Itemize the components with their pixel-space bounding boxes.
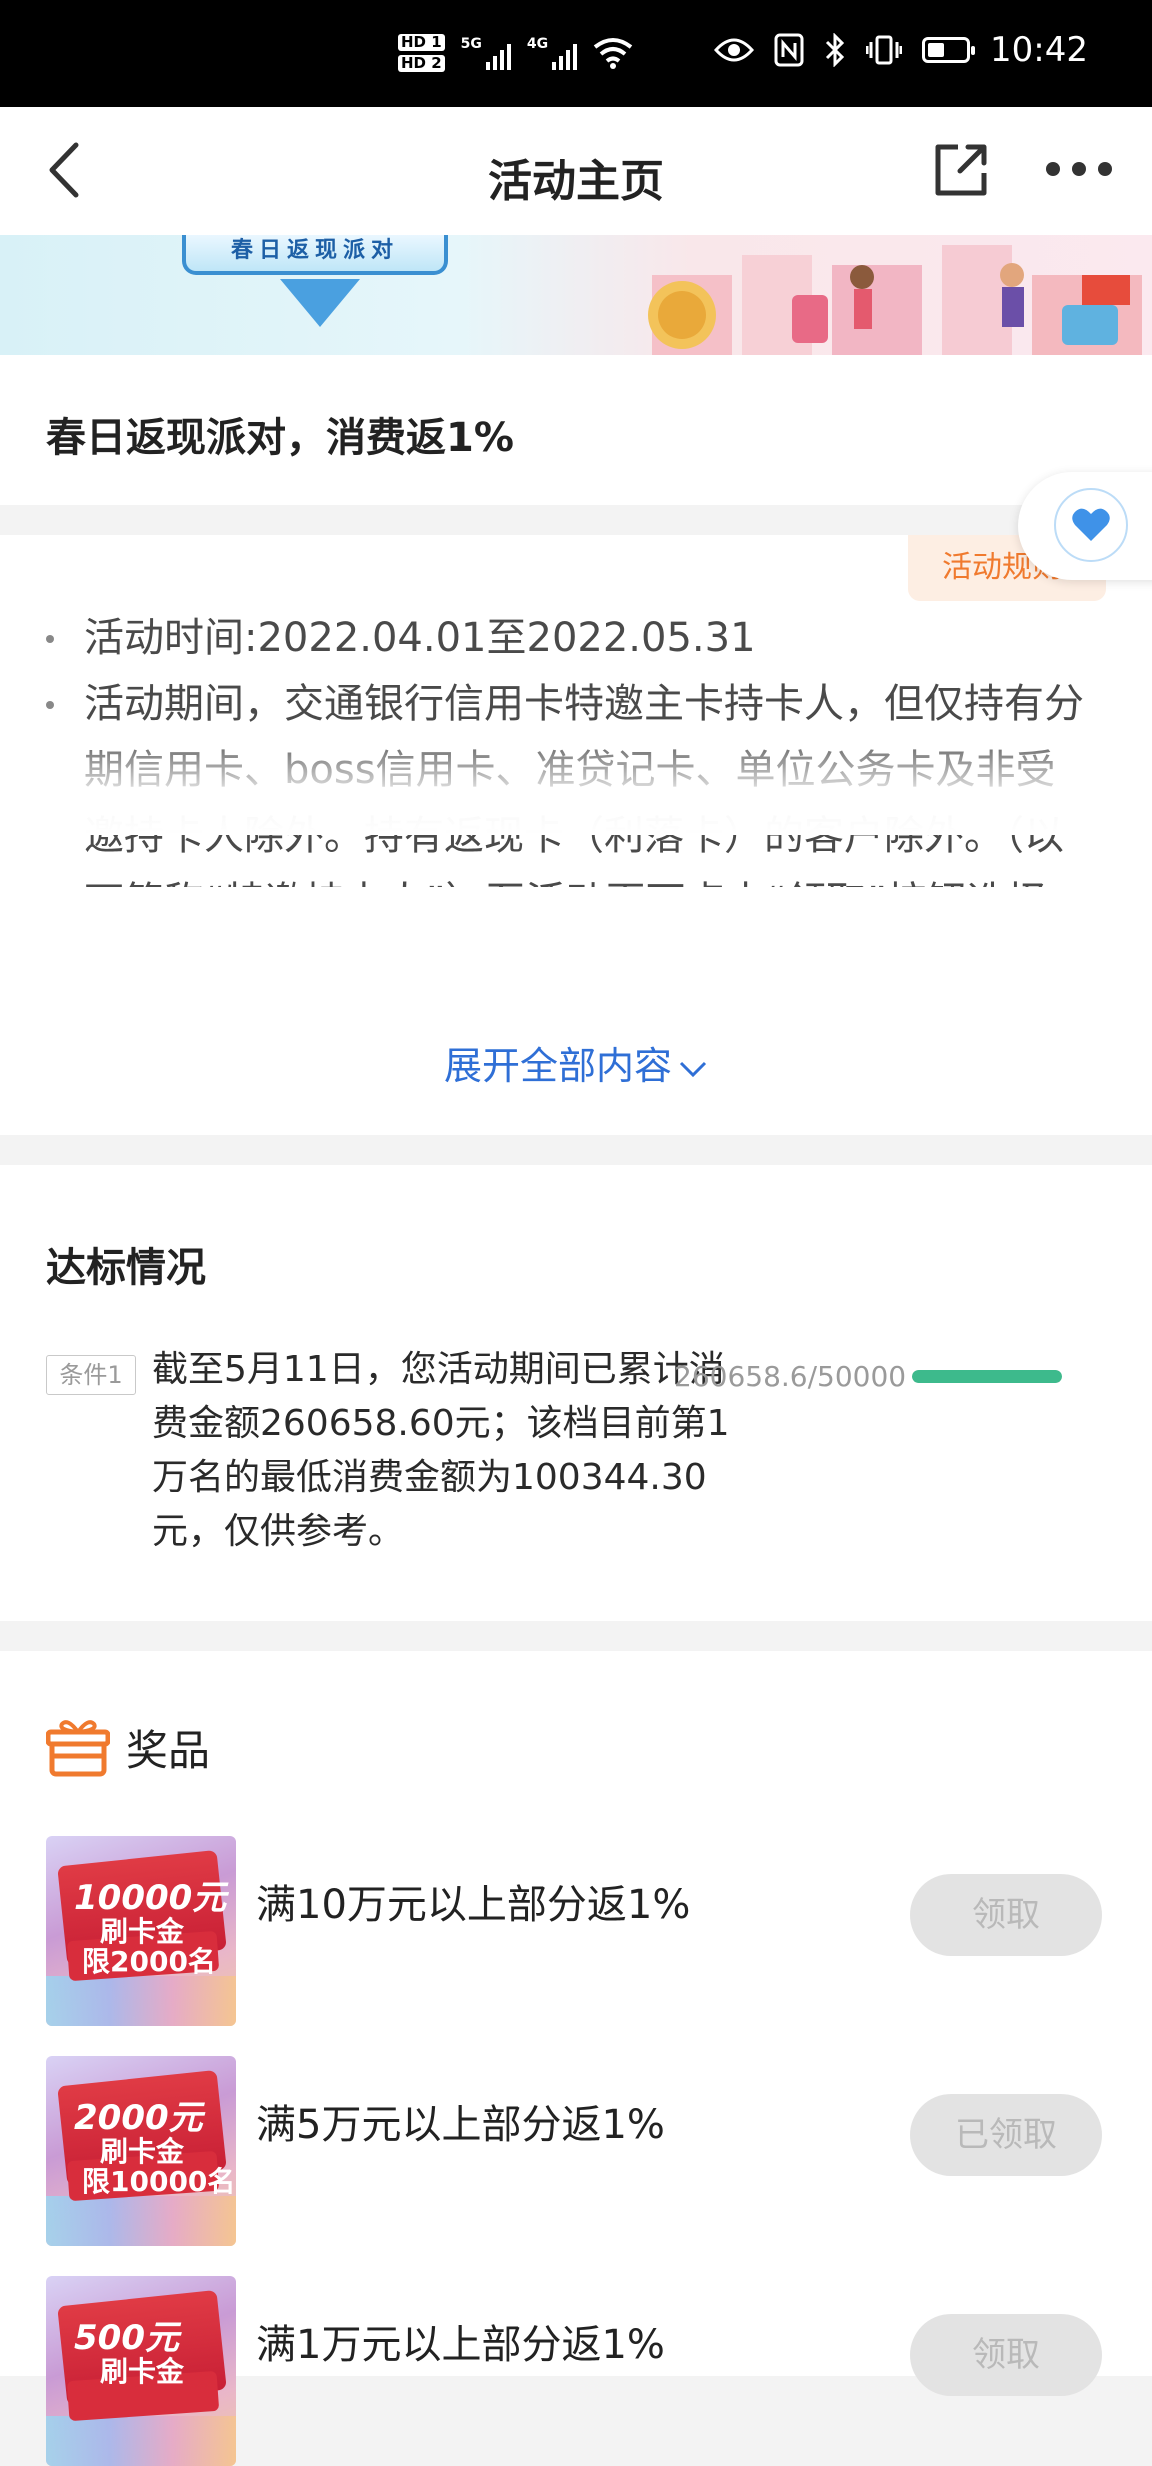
eye-icon (714, 38, 755, 62)
prize-name: 满1万元以上部分返1% (256, 2322, 665, 2368)
wifi-icon (593, 38, 633, 69)
gift-icon (46, 1719, 110, 1776)
prize-section-title: 奖品 (126, 1726, 211, 1775)
expand-all-label: 展开全部内容 (443, 1044, 672, 1088)
status-bar-left: HD 1 HD 2 5G 4G (398, 34, 633, 72)
condition-tag: 条件1 (46, 1355, 136, 1395)
bluetooth-icon (825, 33, 845, 67)
signal-5g: 5G (461, 36, 511, 70)
prize-item: 10000元 刷卡金 限2000名 满10万元以上部分返1% 领取 (46, 1836, 1106, 2026)
banner-badge: 春日返现派对 (182, 235, 448, 275)
prize-image: 10000元 刷卡金 限2000名 (46, 1836, 236, 2026)
signal-bars-icon (485, 44, 511, 70)
prize-image-sub2: 限10000名 (82, 2165, 236, 2198)
condition-text: 截至5月11日，您活动期间已累计消费金额260658.60元；该档目前第1万名的… (152, 1349, 730, 1552)
hd1-badge: HD 1 (398, 34, 445, 51)
prize-image-sub1: 刷卡金 (100, 2355, 185, 2388)
progress-card: 达标情况 条件1 截至5月11日，您活动期间已累计消费金额260658.60元；… (0, 1165, 1152, 1621)
promo-title: 春日返现派对，消费返1% (46, 415, 514, 461)
prize-header: 奖品 (46, 1717, 210, 1778)
banner-illustration (648, 245, 1142, 355)
favorite-heart-icon-ring (1054, 488, 1128, 562)
claimed-button[interactable]: 已领取 (910, 2094, 1102, 2176)
heart-icon (1072, 508, 1110, 541)
prize-image: 500元 刷卡金 (46, 2276, 236, 2466)
status-bar: HD 1 HD 2 5G 4G 10:42 (0, 0, 1152, 107)
prize-item: 2000元 刷卡金 限10000名 满5万元以上部分返1% 已领取 (46, 2056, 1106, 2246)
more-options-icon[interactable] (1046, 157, 1112, 181)
promo-title-card: 春日返现派对，消费返1% (0, 355, 1152, 505)
promo-banner: 春日返现派对 (0, 235, 1152, 355)
prize-name: 满10万元以上部分返1% (256, 1882, 691, 1928)
signal-bars-icon (552, 44, 578, 70)
battery-icon (922, 37, 976, 63)
expand-all-link[interactable]: 展开全部内容 (0, 1035, 1152, 1090)
favorite-button[interactable] (1018, 472, 1152, 580)
prize-image: 2000元 刷卡金 限10000名 (46, 2056, 236, 2246)
rules-fade-overlay (0, 745, 1152, 835)
vibrate-icon (866, 35, 903, 65)
rule-item: 活动时间:2022.04.01至2022.05.31 (42, 605, 1092, 671)
hd-indicators: HD 1 HD 2 (398, 34, 445, 72)
signal-4g: 4G (526, 36, 578, 70)
network-5g-label: 5G (460, 36, 482, 52)
share-icon[interactable] (930, 139, 992, 201)
progress-section-title: 达标情况 (46, 1245, 206, 1291)
prize-image-sub2: 限2000名 (82, 1945, 216, 1978)
rules-card: 活动规则 活动时间:2022.04.01至2022.05.31 活动期间，交通银… (0, 535, 1152, 1135)
network-4g-label: 4G (526, 36, 549, 52)
nfc-icon (774, 33, 804, 67)
status-bar-right: 10:42 (714, 30, 1088, 70)
progress-ratio: 260658.6/50000 (674, 1360, 907, 1393)
progress-bar-fill (912, 1370, 1062, 1383)
claim-button[interactable]: 领取 (910, 1874, 1102, 1956)
prize-name: 满5万元以上部分返1% (256, 2102, 665, 2148)
prize-card: 奖品 10000元 刷卡金 限2000名 满10万元以上部分返1% 领取 200… (0, 1651, 1152, 2466)
progress-bar (912, 1370, 1062, 1383)
navigation-bar: 活动主页 (0, 107, 1152, 235)
banner-arrow-icon (280, 279, 360, 327)
claim-button[interactable]: 领取 (910, 2314, 1102, 2396)
chevron-down-icon (679, 1061, 707, 1077)
prize-item: 500元 刷卡金 满1万元以上部分返1% 领取 (46, 2276, 1106, 2466)
clock: 10:42 (990, 30, 1088, 70)
hd2-badge: HD 2 (398, 55, 445, 72)
